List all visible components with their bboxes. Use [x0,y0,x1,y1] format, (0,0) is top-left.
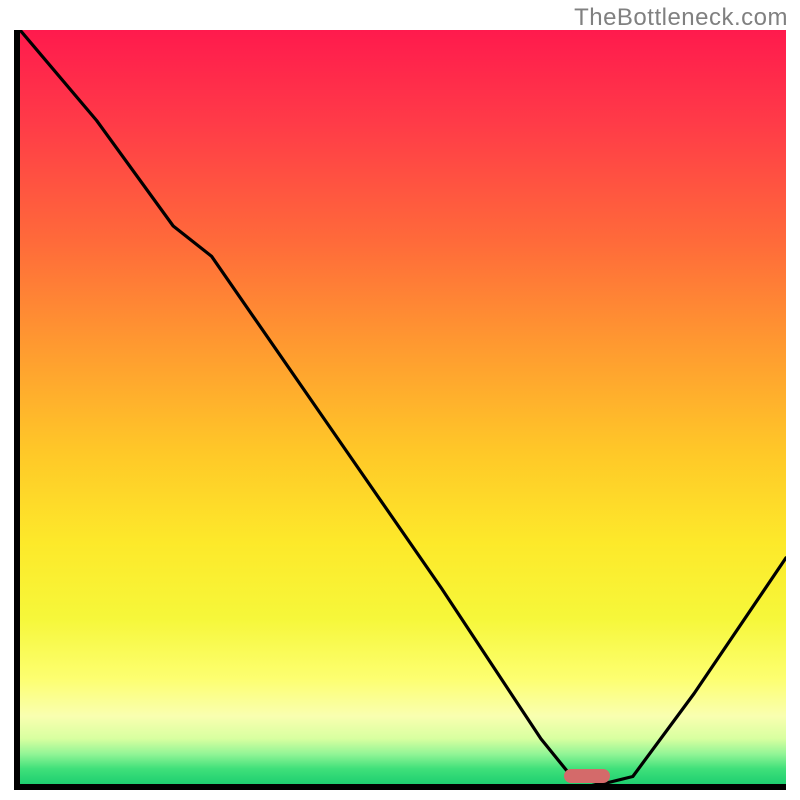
bottleneck-curve [20,30,786,784]
watermark-text: TheBottleneck.com [574,4,788,32]
plot-frame [14,30,786,790]
curve-svg [20,30,786,784]
optimal-marker [564,769,610,783]
chart-container: TheBottleneck.com [0,0,800,800]
